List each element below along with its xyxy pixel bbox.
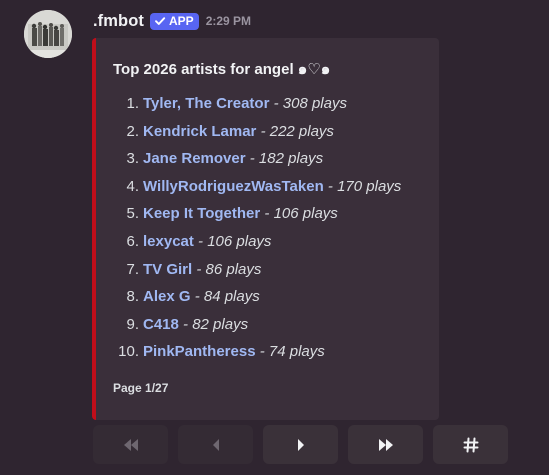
play-count: - 106 plays	[264, 205, 338, 223]
rank-number: 3.	[126, 150, 139, 168]
jump-to-page-icon	[463, 437, 478, 452]
list-item: 4. WillyRodriguezWasTaken - 170 plays	[113, 177, 401, 205]
chat-message: .fmbot APP 2:29 PM Top 2026 artists for …	[0, 0, 549, 475]
username[interactable]: .fmbot	[93, 12, 144, 31]
rank-number: 8.	[126, 288, 139, 306]
next-page-button[interactable]	[263, 425, 338, 464]
list-item: 10. PinkPantheress - 74 plays	[113, 342, 401, 370]
embed: Top 2026 artists for angel ๑♡๑ 1. Tyler, …	[92, 38, 439, 420]
play-count: - 86 plays	[196, 260, 262, 278]
play-count: - 182 plays	[249, 150, 324, 168]
list-item: 8. Alex G - 84 plays	[113, 287, 401, 315]
artist-link[interactable]: Tyler, The Creator	[143, 95, 269, 112]
list-item: 3. Jane Remover - 182 plays	[113, 149, 401, 177]
rank-number: 10.	[118, 343, 139, 361]
list-item: 9. C418 - 82 plays	[113, 315, 401, 343]
list-item: 7. TV Girl - 86 plays	[113, 260, 401, 288]
avatar-image	[24, 10, 72, 58]
avatar[interactable]	[24, 10, 72, 58]
rank-number: 1.	[126, 95, 139, 112]
rank-number: 4.	[126, 177, 139, 195]
artist-link[interactable]: lexycat	[143, 233, 194, 250]
message-header: .fmbot APP 2:29 PM	[93, 10, 251, 32]
artist-link[interactable]: Kendrick Lamar	[143, 123, 256, 140]
first-page-icon	[123, 438, 138, 451]
list-item: 6. lexycat - 106 plays	[113, 232, 401, 260]
rank-number: 6.	[126, 232, 139, 250]
artist-link[interactable]: TV Girl	[143, 261, 192, 278]
rank-number: 2.	[126, 122, 139, 140]
previous-page-icon	[212, 438, 219, 451]
last-page-icon	[378, 438, 393, 451]
timestamp[interactable]: 2:29 PM	[206, 14, 251, 28]
play-count: - 308 plays	[273, 95, 347, 112]
artist-link[interactable]: C418	[143, 316, 179, 333]
rank-number: 5.	[126, 205, 139, 223]
artist-link[interactable]: Alex G	[143, 288, 191, 305]
next-page-icon	[297, 438, 304, 451]
jump-to-page-button[interactable]	[433, 425, 508, 464]
embed-footer: Page 1/27	[113, 381, 169, 395]
artist-link[interactable]: Keep It Together	[143, 205, 260, 222]
list-item: 2. Kendrick Lamar - 222 plays	[113, 122, 401, 150]
app-badge-label: APP	[169, 14, 194, 28]
app-badge: APP	[150, 12, 199, 30]
play-count: - 74 plays	[259, 343, 325, 361]
list-item: 5. Keep It Together - 106 plays	[113, 204, 401, 232]
embed-title: Top 2026 artists for angel ๑♡๑	[113, 61, 331, 78]
list-item: 1. Tyler, The Creator - 308 plays	[113, 94, 401, 122]
artist-link[interactable]: Jane Remover	[143, 150, 246, 167]
verified-check-icon	[155, 17, 166, 25]
play-count: - 170 plays	[327, 177, 402, 195]
last-page-button[interactable]	[348, 425, 423, 464]
artist-list: 1. Tyler, The Creator - 308 plays 2. Kendr…	[113, 94, 401, 370]
artist-link[interactable]: WillyRodriguezWasTaken	[143, 178, 324, 195]
previous-page-button[interactable]	[178, 425, 253, 464]
play-count: - 84 plays	[194, 288, 260, 306]
play-count: - 106 plays	[198, 232, 272, 250]
first-page-button[interactable]	[93, 425, 168, 464]
rank-number: 9.	[126, 315, 139, 333]
rank-number: 7.	[126, 260, 139, 278]
play-count: - 222 plays	[260, 122, 334, 140]
play-count: - 82 plays	[183, 315, 249, 333]
artist-link[interactable]: PinkPantheress	[143, 343, 256, 360]
pagination-buttons	[93, 425, 508, 464]
